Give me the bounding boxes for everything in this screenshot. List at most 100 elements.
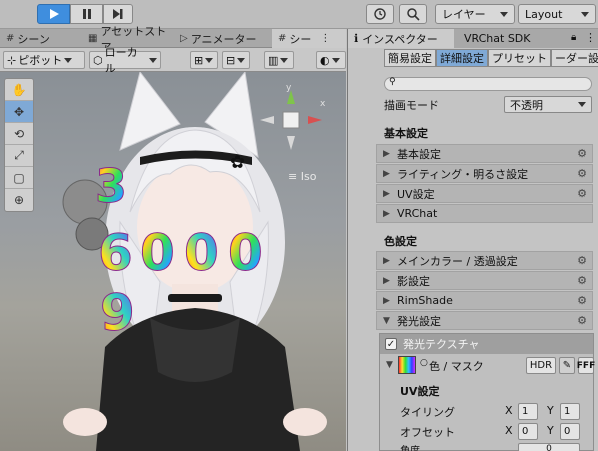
ruler-button[interactable]: ▥ xyxy=(264,51,294,69)
iso-toggle[interactable]: ≡ Iso xyxy=(288,170,316,183)
chevron-right-icon: ▶ xyxy=(383,295,390,306)
tiling-y-field[interactable]: 1 xyxy=(560,403,580,420)
pivot-icon: ⊹ xyxy=(7,53,17,67)
section-basic[interactable]: ▶ 基本設定 ⚙ xyxy=(376,144,593,163)
layers-label: レイヤー xyxy=(442,8,486,21)
hdr-color-field[interactable]: HDR xyxy=(526,357,556,374)
section-label: RimShade xyxy=(397,294,453,307)
grid-snap-button[interactable]: ⊞ xyxy=(190,51,218,69)
pivot-dropdown[interactable]: ⊹ ピボット xyxy=(3,51,85,69)
lock-icon[interactable]: 🔒︎ xyxy=(571,32,576,43)
offset-label: オフセット xyxy=(400,426,455,439)
chevron-right-icon: ▶ xyxy=(383,255,390,266)
tab-scene[interactable]: # シーン xyxy=(0,29,82,48)
local-icon: ⬡ xyxy=(93,53,103,67)
gear-icon[interactable]: ⚙ xyxy=(577,314,587,327)
search-icon: ⚲ xyxy=(389,77,396,87)
snap-increment-button[interactable]: ⊟ xyxy=(222,51,250,69)
transform-tool[interactable]: ⊕ xyxy=(5,189,33,211)
chevron-right-icon: ▶ xyxy=(383,188,390,199)
rotate-tool[interactable]: ⟲ xyxy=(5,123,33,145)
gear-icon[interactable]: ⚙ xyxy=(577,147,587,160)
section-uv[interactable]: ▶ UV設定 ⚙ xyxy=(376,184,593,203)
gear-icon[interactable]: ⚙ xyxy=(577,294,587,307)
section-label: 基本設定 xyxy=(397,147,441,161)
local-dropdown[interactable]: ⬡ ローカル xyxy=(89,46,161,75)
history-button[interactable] xyxy=(366,4,394,24)
hdr-label: HDR xyxy=(529,360,553,371)
scene-gizmo[interactable]: y x xyxy=(260,83,326,150)
scene-viewport[interactable]: ✿ 3 6 0 0 0 9 y x ✋ ✥ ⟲ ⤢ ▢ ⊕ ≡ Iso xyxy=(0,72,346,451)
tab-vrchat-sdk[interactable]: VRChat SDK xyxy=(458,29,548,48)
svg-text:6: 6 xyxy=(98,224,133,282)
emission-texture-group: ✓ 発光テクスチャ ▼ ○ 色 / マスク HDR ✎ FFF UV設定 タイリ… xyxy=(379,333,595,451)
offset-y-field[interactable]: 0 xyxy=(560,423,580,440)
angle-field[interactable]: 0 xyxy=(518,443,580,451)
subtab-shader-settings[interactable]: ーダー設 xyxy=(551,49,598,67)
layers-dropdown[interactable]: レイヤー xyxy=(435,4,515,24)
eyedropper-button[interactable]: ✎ xyxy=(559,357,575,374)
svg-text:3: 3 xyxy=(95,159,127,213)
chevron-down-icon xyxy=(149,57,157,63)
subtab-preset[interactable]: プリセット xyxy=(488,49,551,67)
transform-icon: ⊕ xyxy=(13,193,25,207)
fff-button[interactable]: FFF xyxy=(577,357,595,374)
tab-scene-2[interactable]: # シー ⋮ xyxy=(272,29,346,48)
offset-x-field[interactable]: 0 xyxy=(518,423,538,440)
section-vrchat[interactable]: ▶ VRChat xyxy=(376,204,593,223)
angle-label: 角度 xyxy=(400,442,420,451)
subtab-advanced[interactable]: 詳細設定 xyxy=(436,49,488,67)
tiling-y-value: 1 xyxy=(564,406,571,417)
pause-button[interactable] xyxy=(70,4,103,24)
avatar-illustration: ✿ 3 6 0 0 0 9 y x xyxy=(62,72,327,451)
render-mode-dropdown[interactable]: 不透明 xyxy=(504,96,592,113)
tab-label: VRChat SDK xyxy=(464,32,531,45)
emission-texture-header[interactable]: ✓ 発光テクスチャ xyxy=(380,334,593,354)
scale-tool[interactable]: ⤢ xyxy=(5,145,33,167)
tiling-x-field[interactable]: 1 xyxy=(518,403,538,420)
hash-icon: # xyxy=(278,33,287,44)
gear-icon[interactable]: ⚙ xyxy=(577,187,587,200)
gear-icon[interactable]: ⚙ xyxy=(577,167,587,180)
chevron-down-icon[interactable]: ▼ xyxy=(386,360,393,370)
section-shadow[interactable]: ▶ 影設定 ⚙ xyxy=(376,271,593,290)
offset-x-value: 0 xyxy=(522,426,529,437)
shading-mode-button[interactable]: ◐ xyxy=(316,51,346,69)
chevron-down-icon xyxy=(331,57,340,63)
move-icon: ✥ xyxy=(13,104,25,119)
step-button[interactable] xyxy=(103,4,133,24)
rotate-icon: ⟲ xyxy=(13,126,25,141)
move-tool[interactable]: ✥ xyxy=(5,101,33,123)
emission-enable-checkbox[interactable]: ✓ xyxy=(385,338,397,350)
main-toolbar: レイヤー Layout xyxy=(0,0,598,29)
search-button[interactable] xyxy=(399,4,427,24)
inspector-panel: ℹ インスペクター VRChat SDK 🔒︎ ⋮ 簡易設定 詳細設定 プリセッ… xyxy=(347,29,598,451)
history-icon xyxy=(374,8,386,20)
section-emission[interactable]: ▼ 発光設定 ⚙ xyxy=(376,311,593,330)
more-icon[interactable]: ⋮ xyxy=(585,31,596,44)
svg-text:0: 0 xyxy=(184,224,219,282)
section-rimshade[interactable]: ▶ RimShade ⚙ xyxy=(376,291,593,310)
tab-animator[interactable]: ▷ アニメーター xyxy=(174,29,264,48)
search-icon xyxy=(407,8,420,21)
play-button[interactable] xyxy=(37,4,70,24)
section-lighting[interactable]: ▶ ライティング・明るさ設定 ⚙ xyxy=(376,164,593,183)
layout-dropdown[interactable]: Layout xyxy=(518,4,596,24)
subtab-simple[interactable]: 簡易設定 xyxy=(384,49,436,67)
emission-texture-thumbnail[interactable] xyxy=(398,356,416,374)
tab-label: シーン xyxy=(17,32,50,46)
tab-label: シー xyxy=(289,32,312,46)
rect-tool[interactable]: ▢ xyxy=(5,167,33,189)
hand-tool[interactable]: ✋ xyxy=(5,79,33,101)
section-main-color[interactable]: ▶ メインカラー / 透過設定 ⚙ xyxy=(376,251,593,270)
gear-icon[interactable]: ⚙ xyxy=(577,254,587,267)
angle-value: 0 xyxy=(546,444,552,451)
tab-inspector[interactable]: ℹ インスペクター xyxy=(348,29,454,48)
more-icon[interactable]: ⋮ xyxy=(320,33,330,44)
property-search-input[interactable]: ⚲ xyxy=(384,77,592,91)
chevron-down-icon xyxy=(205,57,214,63)
gear-icon[interactable]: ⚙ xyxy=(577,274,587,287)
iso-label: Iso xyxy=(300,170,317,183)
color-mask-label: 色 / マスク xyxy=(429,360,484,373)
section-label: UV設定 xyxy=(397,187,435,201)
